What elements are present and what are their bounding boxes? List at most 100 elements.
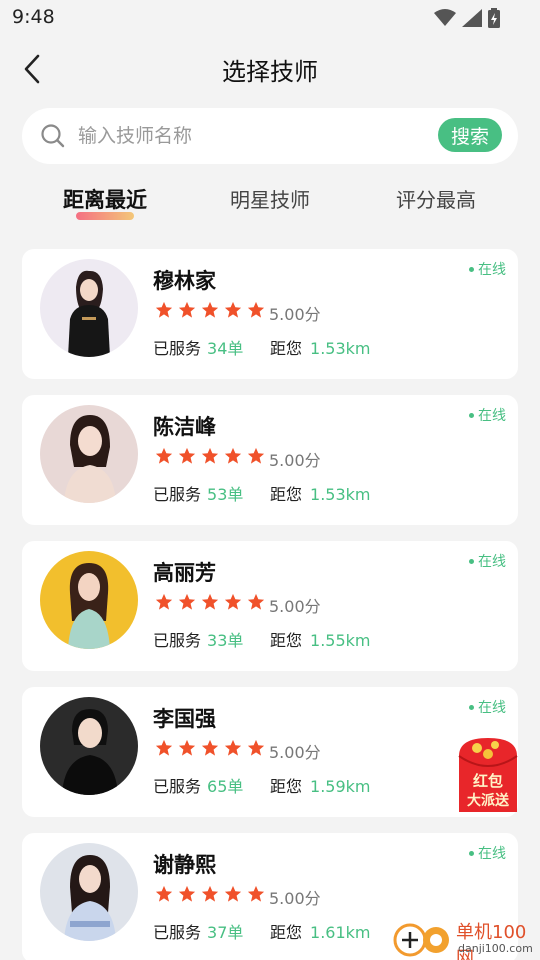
served-value: 65单 [207,777,244,796]
star-icon [201,739,219,756]
status-badge: 在线 [469,551,506,571]
red-packet-line1: 红包 [473,772,503,790]
wifi-icon [434,9,456,26]
signal-icon [462,9,482,27]
rating-stars [155,447,265,465]
distance-label: 距您 [270,631,303,650]
served-count: 已服务 65单 [153,773,243,797]
technician-name: 李国强 [153,707,216,731]
star-icon [201,301,219,318]
red-packet-icon: 红包 大派送 [458,738,518,812]
star-icon [247,885,265,902]
status-badge: 在线 [469,259,506,279]
star-icon [247,739,265,756]
rating-score: 5.00分 [269,743,321,762]
avatar [40,697,138,795]
rating-stars [155,885,265,903]
served-count: 已服务 34单 [153,335,243,359]
tab-top-rated[interactable]: 评分最高 [388,184,484,213]
served-label: 已服务 [153,631,202,650]
star-icon [155,301,173,318]
star-icon [224,739,242,756]
star-icon [178,885,196,902]
distance: 距您 1.59km [270,773,371,797]
rating-stars [155,301,265,319]
star-icon [247,593,265,610]
star-icon [201,447,219,464]
search-button[interactable]: 搜索 [438,118,502,152]
search-input[interactable] [78,120,438,152]
served-label: 已服务 [153,923,202,942]
served-label: 已服务 [153,777,202,796]
page-title: 选择技师 [222,58,318,86]
served-count: 已服务 53单 [153,481,243,505]
star-icon [155,447,173,464]
rating-score: 5.00分 [269,597,321,616]
distance: 距您 1.53km [270,481,371,505]
star-icon [224,593,242,610]
status-text: 在线 [478,846,506,862]
served-count: 已服务 33单 [153,627,243,651]
star-icon [178,447,196,464]
tab-nearest[interactable]: 距离最近 [58,184,152,214]
star-icon [178,739,196,756]
distance: 距您 1.55km [270,627,371,651]
distance-value: 1.55km [310,631,371,650]
avatar [40,259,138,357]
served-value: 37单 [207,923,244,942]
star-icon [178,593,196,610]
technician-card[interactable]: 李国强 5.00分 已服务 65单 距您 1.59km 在线 [22,687,518,817]
technician-name: 穆林家 [153,269,216,293]
status-text: 在线 [478,408,506,424]
distance-value: 1.61km [310,923,371,942]
star-icon [224,447,242,464]
avatar [40,405,138,503]
red-packet-line2: 大派送 [467,792,510,809]
technician-card[interactable]: 高丽芳 5.00分 已服务 33单 距您 1.55km 在线 [22,541,518,671]
status-icons [434,8,500,28]
star-icon [155,739,173,756]
star-icon [224,885,242,902]
rating-score: 5.00分 [269,305,321,324]
rating-score: 5.00分 [269,451,321,470]
technician-name: 谢静熙 [153,853,216,877]
star-icon [247,301,265,318]
distance-label: 距您 [270,923,303,942]
served-label: 已服务 [153,339,202,358]
technician-card[interactable]: 陈洁峰 5.00分 已服务 53单 距您 1.53km 在线 [22,395,518,525]
watermark-url: danji100.com [458,942,533,955]
avatar [40,551,138,649]
star-icon [201,593,219,610]
battery-icon [488,8,500,28]
online-dot-icon [469,850,474,856]
navigation-bar: 选择技师 [0,40,540,96]
distance-value: 1.53km [310,339,371,358]
tab-bar: 距离最近 明星技师 评分最高 [0,184,540,224]
online-dot-icon [469,558,474,564]
rating-stars [155,739,265,757]
online-dot-icon [469,412,474,418]
star-icon [155,593,173,610]
distance-label: 距您 [270,777,303,796]
served-value: 53单 [207,485,244,504]
technician-name: 陈洁峰 [153,415,216,439]
rating-score: 5.00分 [269,889,321,908]
status-time: 9:48 [12,6,55,28]
rating-stars [155,593,265,611]
distance-value: 1.53km [310,485,371,504]
star-icon [155,885,173,902]
technician-list: 穆林家 5.00分 已服务 34单 距您 1.53km 在线 陈洁峰 5.00分 已… [22,249,518,960]
red-packet-button[interactable]: 红包 大派送 [455,736,521,812]
status-badge: 在线 [469,843,506,863]
served-count: 已服务 37单 [153,919,243,943]
online-dot-icon [469,704,474,710]
distance: 距您 1.53km [270,335,371,359]
served-value: 33单 [207,631,244,650]
status-text: 在线 [478,554,506,570]
status-badge: 在线 [469,405,506,425]
watermark-logo-icon [393,923,449,957]
technician-card[interactable]: 穆林家 5.00分 已服务 34单 距您 1.53km 在线 [22,249,518,379]
tab-star-technicians[interactable]: 明星技师 [222,184,318,213]
served-value: 34单 [207,339,244,358]
search-icon [41,124,65,148]
